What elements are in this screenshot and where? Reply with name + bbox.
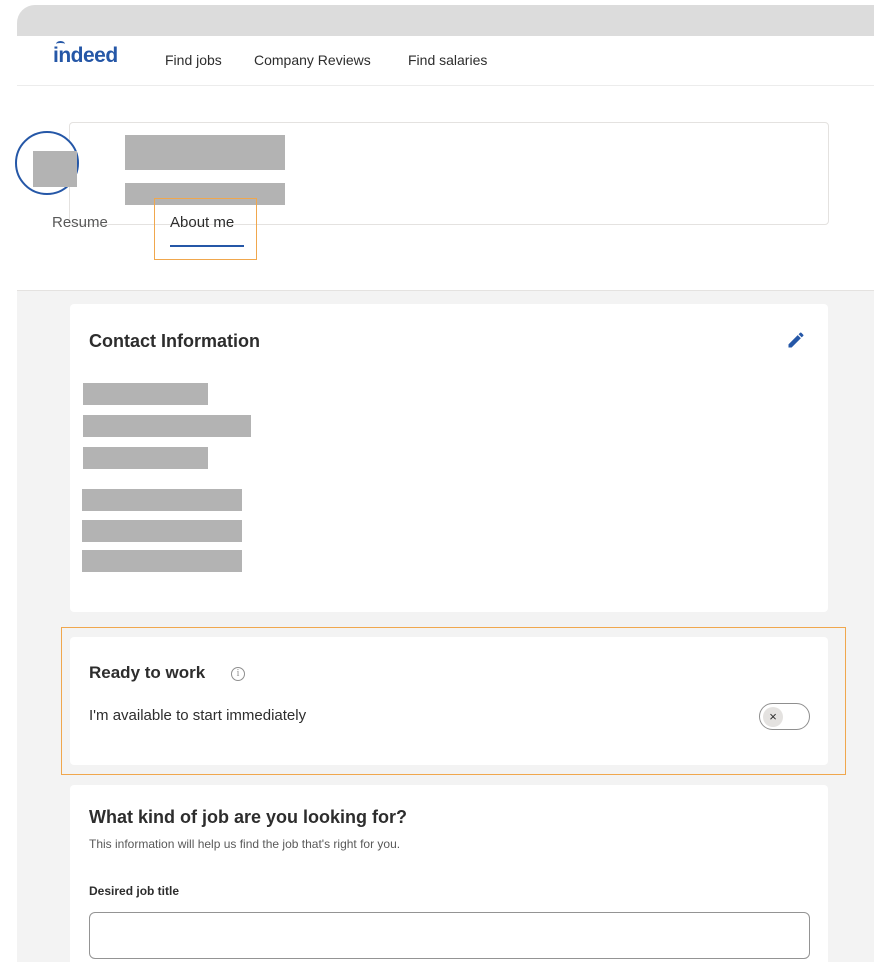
redacted-contact-line bbox=[83, 383, 208, 405]
desired-job-title-label: Desired job title bbox=[89, 884, 180, 898]
redacted-contact-line bbox=[83, 415, 251, 437]
tab-resume[interactable]: Resume bbox=[52, 214, 108, 231]
browser-top-bar bbox=[17, 5, 874, 36]
toggle-off-x-icon: × bbox=[763, 707, 783, 727]
ready-to-work-title: Ready to work bbox=[89, 663, 206, 682]
redacted-name bbox=[125, 135, 285, 170]
logo-arc bbox=[56, 41, 65, 47]
contact-information-title: Contact Information bbox=[89, 331, 260, 351]
info-icon[interactable]: i bbox=[231, 667, 245, 681]
nav-company-reviews[interactable]: Company Reviews bbox=[254, 52, 371, 68]
top-navigation: indeed Find jobs Company Reviews Find sa… bbox=[17, 36, 874, 86]
logo-text: indeed bbox=[53, 44, 118, 67]
nav-find-salaries[interactable]: Find salaries bbox=[408, 52, 487, 68]
redacted-contact-line bbox=[83, 447, 208, 469]
ready-to-work-description: I'm available to start immediately bbox=[89, 707, 307, 724]
nav-find-jobs[interactable]: Find jobs bbox=[165, 52, 222, 68]
desired-job-title-input[interactable] bbox=[89, 912, 810, 959]
ready-to-work-highlight-box bbox=[61, 627, 846, 775]
redacted-contact-line bbox=[82, 520, 242, 542]
redacted-contact-line bbox=[82, 489, 242, 511]
job-preferences-subtitle: This information will help us find the j… bbox=[89, 837, 401, 851]
avatar-redacted-photo bbox=[33, 151, 77, 187]
pencil-icon[interactable] bbox=[786, 330, 806, 350]
indeed-logo[interactable]: indeed bbox=[53, 41, 118, 68]
tab-highlight-box bbox=[154, 198, 257, 260]
redacted-contact-line bbox=[82, 550, 242, 572]
ready-to-work-toggle[interactable]: × bbox=[759, 703, 810, 730]
job-preferences-title: What kind of job are you looking for? bbox=[89, 807, 407, 827]
